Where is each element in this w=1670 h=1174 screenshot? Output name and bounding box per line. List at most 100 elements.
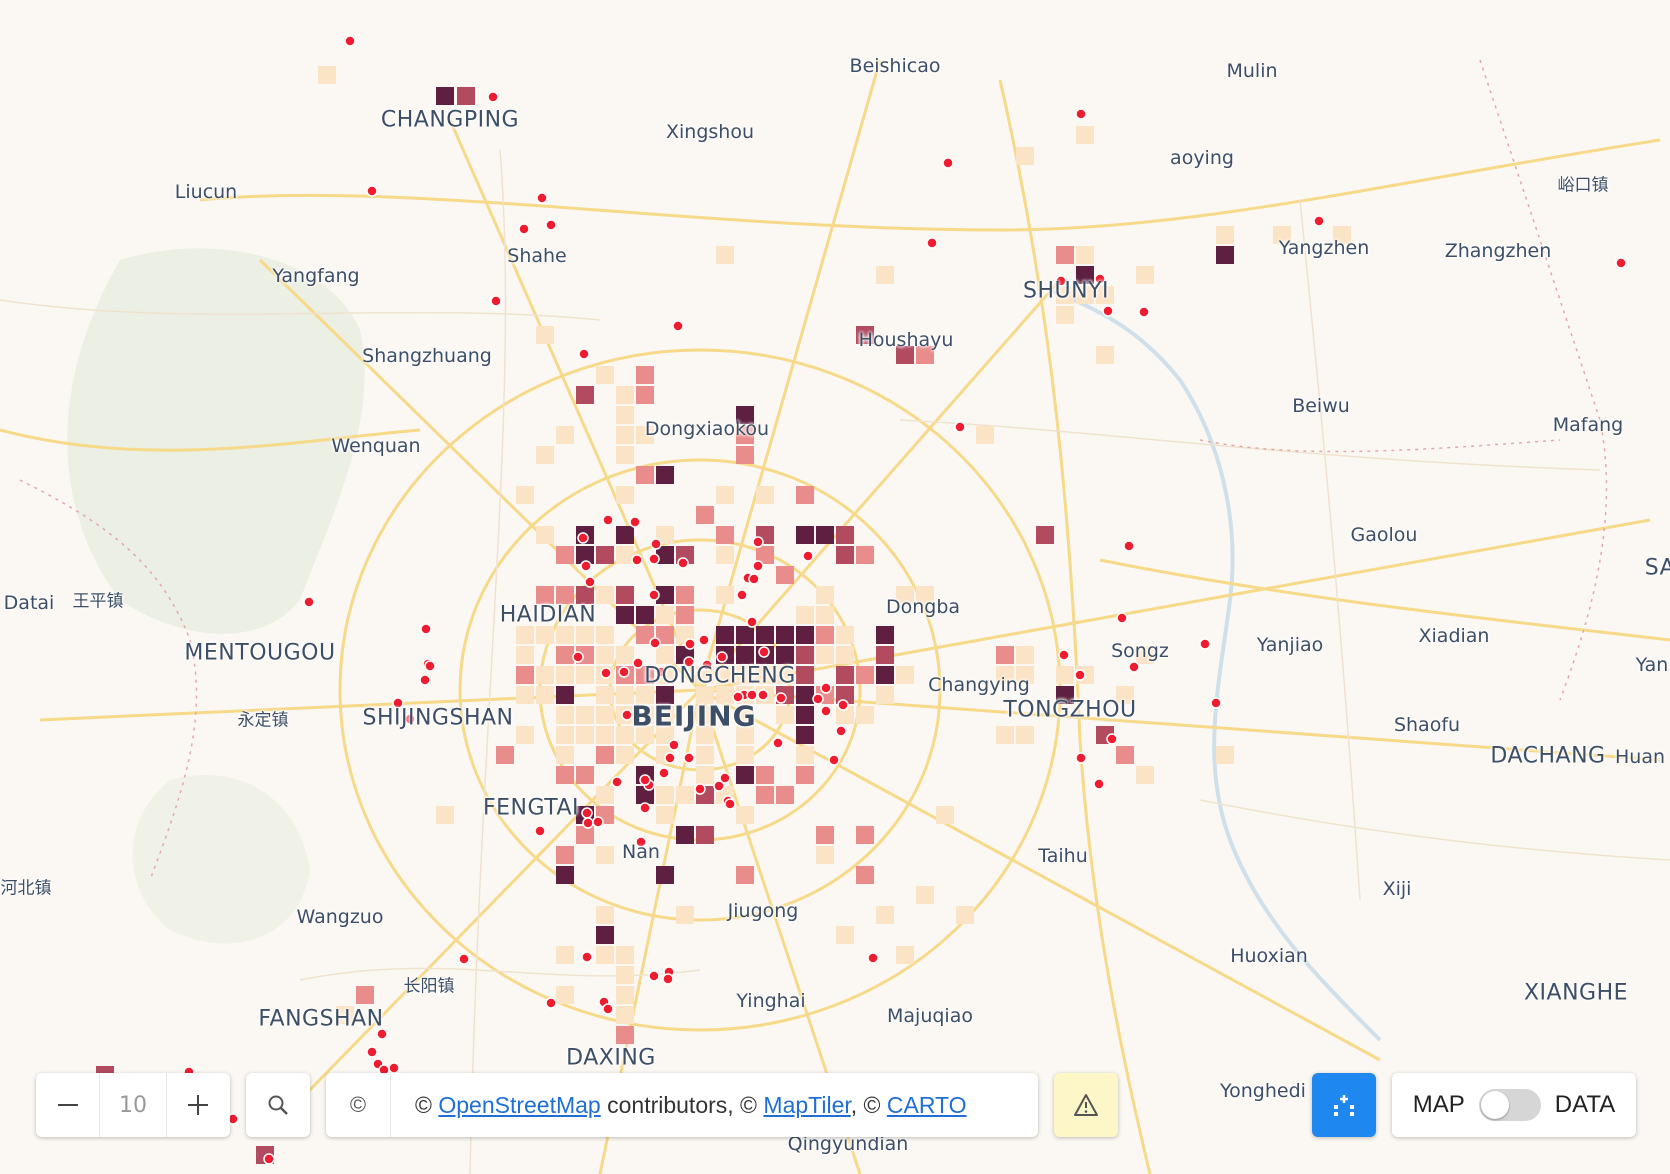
data-point[interactable]: [837, 699, 849, 711]
data-point[interactable]: [1106, 733, 1118, 745]
heat-cell[interactable]: [676, 586, 694, 604]
heat-cell[interactable]: [616, 646, 634, 664]
heat-cell[interactable]: [736, 866, 754, 884]
heat-cell[interactable]: [576, 586, 594, 604]
data-point[interactable]: [683, 752, 695, 764]
heat-cell[interactable]: [616, 406, 634, 424]
heat-cell[interactable]: [596, 786, 614, 804]
heat-cell[interactable]: [616, 546, 634, 564]
heat-cell[interactable]: [696, 766, 714, 784]
data-point[interactable]: [1102, 305, 1114, 317]
heat-cell[interactable]: [556, 946, 574, 964]
data-point[interactable]: [631, 554, 643, 566]
heat-cell[interactable]: [616, 586, 634, 604]
heat-cell[interactable]: [796, 486, 814, 504]
heat-cell[interactable]: [796, 646, 814, 664]
heat-cell[interactable]: [716, 626, 734, 644]
heat-cell[interactable]: [836, 546, 854, 564]
heat-cell[interactable]: [876, 666, 894, 684]
data-point[interactable]: [388, 1062, 400, 1074]
heat-cell[interactable]: [1056, 666, 1074, 684]
heat-cell[interactable]: [556, 666, 574, 684]
data-point[interactable]: [648, 970, 660, 982]
heat-cell[interactable]: [976, 426, 994, 444]
heat-cell[interactable]: [816, 526, 834, 544]
heat-cell[interactable]: [596, 846, 614, 864]
heat-cell[interactable]: [576, 766, 594, 784]
heat-cell[interactable]: [796, 606, 814, 624]
data-point[interactable]: [582, 817, 594, 829]
heat-cell[interactable]: [616, 526, 634, 544]
heat-cell[interactable]: [596, 946, 614, 964]
heat-cell[interactable]: [856, 706, 874, 724]
heat-cell[interactable]: [457, 87, 475, 105]
heat-cell[interactable]: [656, 786, 674, 804]
heat-cell[interactable]: [318, 66, 336, 84]
data-point[interactable]: [584, 576, 596, 588]
heat-cell[interactable]: [896, 946, 914, 964]
heat-cell[interactable]: [556, 546, 574, 564]
data-point[interactable]: [672, 320, 684, 332]
heat-cell[interactable]: [716, 246, 734, 264]
heat-cell[interactable]: [1216, 226, 1234, 244]
data-point[interactable]: [650, 538, 662, 550]
data-point[interactable]: [648, 553, 660, 565]
heat-cell[interactable]: [616, 1006, 634, 1024]
data-point[interactable]: [713, 780, 725, 792]
heat-cell[interactable]: [1136, 766, 1154, 784]
heat-cell[interactable]: [736, 746, 754, 764]
heat-cell[interactable]: [536, 526, 554, 544]
heat-cell[interactable]: [616, 946, 634, 964]
heat-cell[interactable]: [836, 626, 854, 644]
heat-cell[interactable]: [516, 646, 534, 664]
heat-cell[interactable]: [796, 626, 814, 644]
heat-cell[interactable]: [556, 986, 574, 1004]
heat-cell[interactable]: [696, 826, 714, 844]
heat-cell[interactable]: [616, 746, 634, 764]
heat-cell[interactable]: [556, 686, 574, 704]
heat-cell[interactable]: [616, 986, 634, 1004]
data-point[interactable]: [632, 657, 644, 669]
heat-cell[interactable]: [616, 486, 634, 504]
data-point[interactable]: [664, 752, 676, 764]
heat-cell[interactable]: [736, 766, 754, 784]
heat-cell[interactable]: [596, 366, 614, 384]
heat-cell[interactable]: [616, 386, 634, 404]
heat-cell[interactable]: [876, 266, 894, 284]
heat-cell[interactable]: [836, 646, 854, 664]
data-point[interactable]: [572, 651, 584, 663]
data-point[interactable]: [748, 573, 760, 585]
heat-cell[interactable]: [876, 906, 894, 924]
data-point[interactable]: [694, 783, 706, 795]
heat-cell[interactable]: [856, 826, 874, 844]
heat-cell[interactable]: [516, 626, 534, 644]
heat-cell[interactable]: [736, 646, 754, 664]
data-point[interactable]: [419, 674, 431, 686]
heat-cell[interactable]: [856, 866, 874, 884]
data-point[interactable]: [746, 616, 758, 628]
heat-cell[interactable]: [736, 806, 754, 824]
data-point[interactable]: [366, 1046, 378, 1058]
data-point[interactable]: [724, 798, 736, 810]
data-point[interactable]: [1210, 697, 1222, 709]
data-point[interactable]: [602, 1003, 614, 1015]
heat-cell[interactable]: [756, 786, 774, 804]
data-point[interactable]: [629, 516, 641, 528]
heat-cell[interactable]: [756, 626, 774, 644]
heat-cell[interactable]: [556, 766, 574, 784]
heat-cell[interactable]: [676, 906, 694, 924]
heat-cell[interactable]: [836, 526, 854, 544]
heat-cell[interactable]: [556, 586, 574, 604]
attribution-toggle-button[interactable]: ©: [326, 1073, 391, 1137]
openstreetmap-link[interactable]: OpenStreetMap: [438, 1092, 600, 1118]
data-point[interactable]: [954, 421, 966, 433]
heat-cell[interactable]: [556, 706, 574, 724]
data-point[interactable]: [1128, 661, 1140, 673]
heat-cell[interactable]: [616, 606, 634, 624]
data-point[interactable]: [1123, 540, 1135, 552]
heat-cell[interactable]: [576, 626, 594, 644]
data-point[interactable]: [716, 651, 728, 663]
heat-cell[interactable]: [776, 786, 794, 804]
data-point[interactable]: [639, 802, 651, 814]
data-point[interactable]: [1093, 778, 1105, 790]
